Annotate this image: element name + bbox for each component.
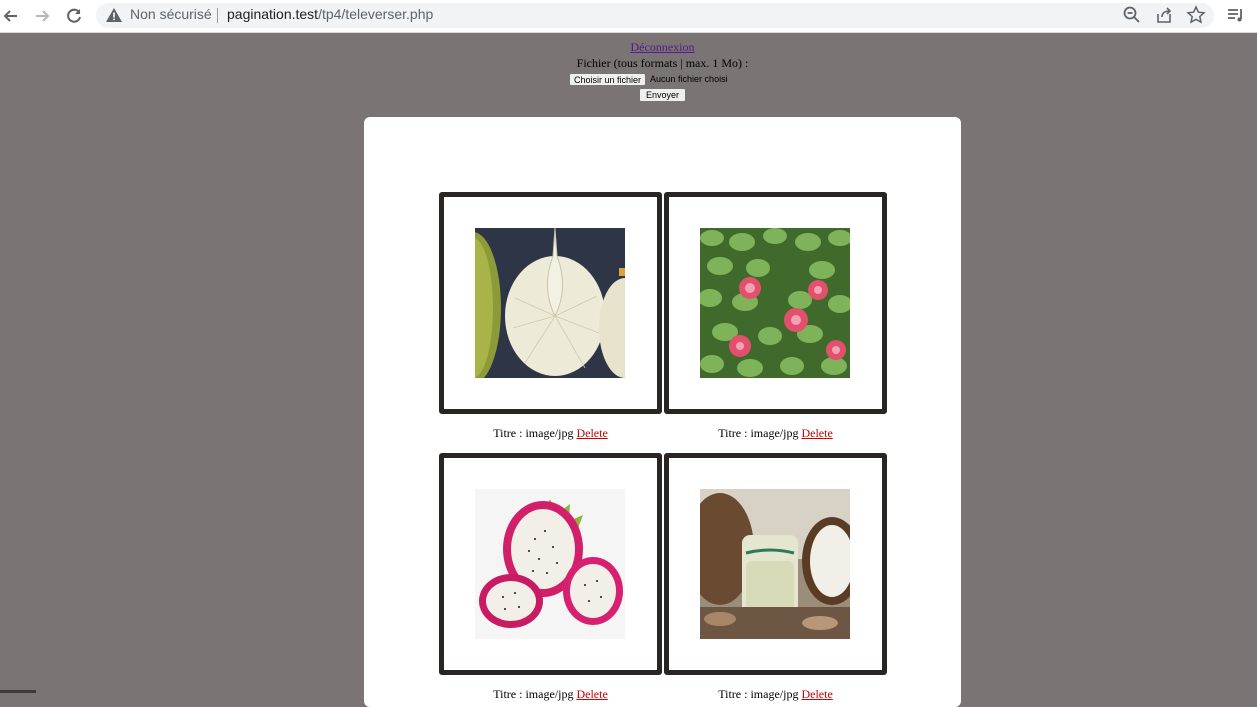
breadfruit-photo[interactable] (475, 228, 625, 378)
file-input[interactable]: Choisir un fichier Aucun fichier choisi (569, 72, 728, 86)
image-title: Titre : image/jpg (493, 426, 574, 440)
browser-toolbar: Non sécurisé pagination.test/tp4/telever… (0, 0, 1257, 33)
media-queue-icon[interactable] (1226, 5, 1246, 25)
zoom-icon[interactable] (1122, 5, 1142, 25)
gallery-tile (664, 453, 887, 675)
forward-arrow-icon[interactable] (31, 5, 53, 27)
share-icon[interactable] (1154, 5, 1174, 25)
file-field-label: Fichier (tous formats | max. 1 Mo) : (576, 56, 749, 70)
guava-photo[interactable] (700, 228, 850, 378)
delete-link[interactable]: Delete (576, 687, 607, 701)
security-status[interactable]: Non sécurisé (130, 6, 212, 22)
gallery-tile (439, 453, 662, 675)
reload-icon[interactable] (63, 5, 85, 27)
send-button[interactable]: Envoyer (639, 88, 686, 102)
image-title: Titre : image/jpg (718, 426, 799, 440)
delete-link[interactable]: Delete (576, 426, 607, 440)
address-bar[interactable]: Non sécurisé pagination.test/tp4/telever… (96, 3, 1214, 28)
gallery-card: Titre : image/jpg Delete Titre: image/j… (364, 117, 961, 707)
delete-link[interactable]: Delete (801, 687, 832, 701)
image-caption: Titre : image/jpg Delete (439, 426, 662, 441)
image-caption: Titre : image/jpg Delete (664, 687, 887, 702)
coconut-photo[interactable] (700, 489, 850, 639)
bookmark-star-icon[interactable] (1186, 5, 1206, 25)
warning-icon (106, 8, 122, 22)
gallery-tile (439, 192, 662, 414)
image-caption: Titre : image/jpg Delete (439, 687, 662, 702)
back-arrow-icon[interactable] (0, 5, 22, 27)
file-status-text: Aucun fichier choisi (650, 74, 728, 84)
image-title: Titre : image/jpg (718, 687, 799, 701)
logout-link[interactable]: Déconnexion (0, 40, 1257, 55)
url-host: pagination.test (227, 6, 319, 22)
url-text[interactable]: pagination.test/tp4/televerser.php (227, 6, 433, 22)
delete-link[interactable]: Delete (801, 426, 832, 440)
image-caption: Titre : image/jpg Delete (664, 426, 887, 441)
url-path: /tp4/televerser.php (318, 6, 434, 22)
gallery-tile (664, 192, 887, 414)
image-title: Titre : image/jpg (493, 687, 574, 701)
choose-file-button[interactable]: Choisir un fichier (569, 72, 647, 86)
divider (217, 8, 218, 23)
dragon-fruit-photo[interactable] (475, 489, 625, 639)
